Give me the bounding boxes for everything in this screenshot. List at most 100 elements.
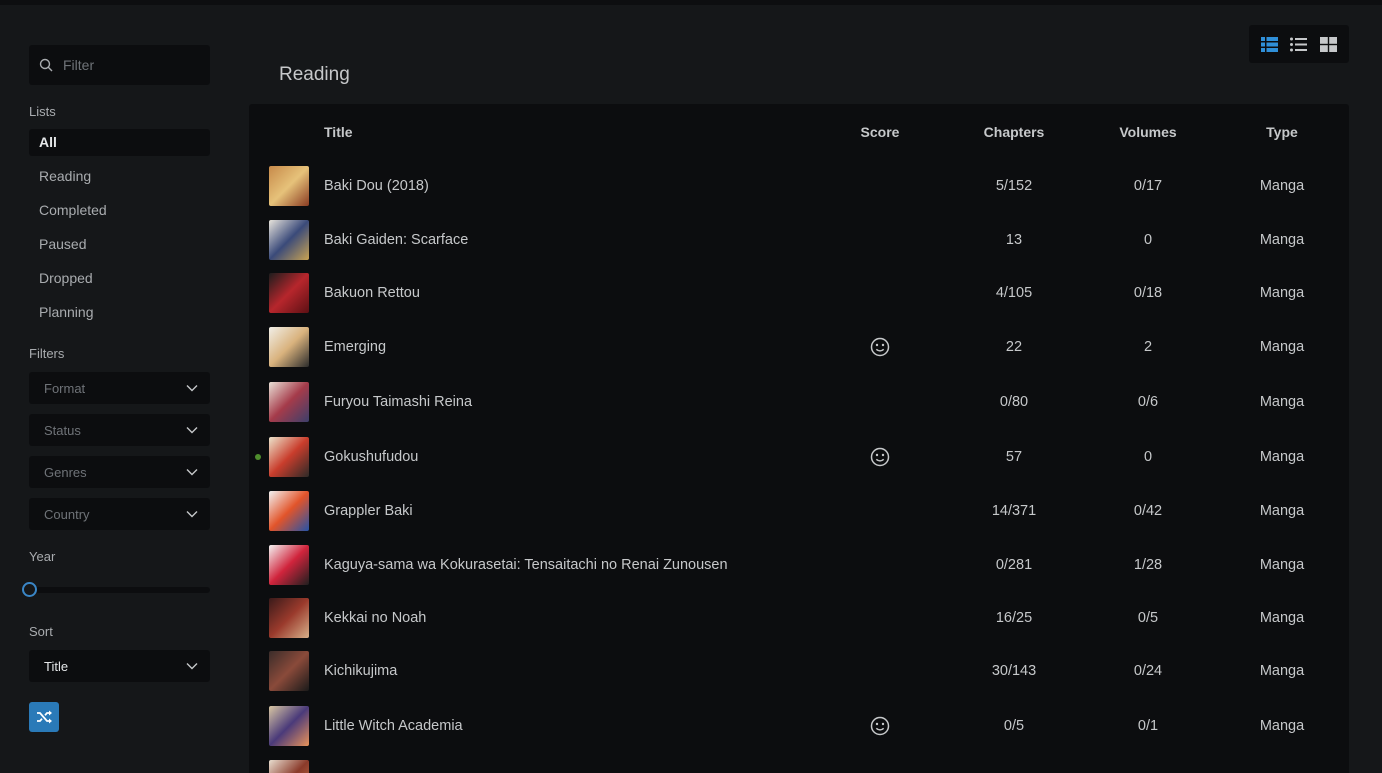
row-type: Manga: [1259, 232, 1305, 248]
list-item-planning[interactable]: Planning: [29, 299, 210, 326]
table-row[interactable]: Baki Gaiden: Scarface 13 0 Manga: [249, 213, 1349, 267]
cover-thumbnail[interactable]: [269, 706, 309, 746]
section-title: Reading: [279, 64, 350, 85]
filter-field[interactable]: [29, 45, 210, 85]
row-chapters: 13: [1005, 232, 1023, 248]
row-title[interactable]: Kaguya-sama wa Kokurasetai: Tensaitachi …: [324, 538, 728, 592]
row-type: Manga: [1259, 285, 1305, 301]
view-toggle-group: [1249, 25, 1349, 63]
table-row[interactable]: Baki Dou (2018) 5/152 0/17 Manga: [249, 159, 1349, 213]
row-chapters: 14/371: [991, 503, 1037, 519]
header-type[interactable]: Type: [1232, 124, 1332, 140]
row-volumes: 0/1: [1137, 718, 1159, 734]
row-title[interactable]: Kekkai no Noah: [324, 591, 426, 645]
list-item-dropped[interactable]: Dropped: [29, 265, 210, 292]
row-title[interactable]: Furyou Taimashi Reina: [324, 375, 472, 429]
row-type: Manga: [1259, 718, 1305, 734]
cover-thumbnail[interactable]: [269, 220, 309, 260]
row-title[interactable]: Gokushufudou: [324, 430, 418, 484]
row-type: Manga: [1259, 663, 1305, 679]
row-type: Manga: [1259, 503, 1305, 519]
cover-thumbnail[interactable]: [269, 760, 309, 773]
row-title[interactable]: Grappler Baki: [324, 484, 413, 538]
table-row[interactable]: [249, 753, 1349, 773]
chevron-down-icon: [186, 469, 198, 476]
cover-thumbnail[interactable]: [269, 437, 309, 477]
filter-input[interactable]: [63, 57, 203, 73]
chevron-down-icon: [186, 511, 198, 518]
table-row[interactable]: Kaguya-sama wa Kokurasetai: Tensaitachi …: [249, 538, 1349, 592]
row-volumes: 1/28: [1133, 557, 1163, 573]
table-row[interactable]: Kichikujima 30/143 0/24 Manga: [249, 644, 1349, 698]
row-chapters: 4/105: [995, 285, 1033, 301]
row-type: Manga: [1259, 557, 1305, 573]
table-row[interactable]: Emerging 22 2 Manga: [249, 320, 1349, 374]
cover-thumbnail[interactable]: [269, 382, 309, 422]
table-row[interactable]: Kekkai no Noah 16/25 0/5 Manga: [249, 591, 1349, 645]
country-select[interactable]: Country: [29, 498, 210, 530]
chevron-down-icon: [186, 663, 198, 670]
shuffle-button[interactable]: [29, 702, 59, 732]
genres-select[interactable]: Genres: [29, 456, 210, 488]
row-volumes: 0/42: [1133, 503, 1163, 519]
cover-thumbnail[interactable]: [269, 491, 309, 531]
row-title[interactable]: Baki Gaiden: Scarface: [324, 213, 468, 267]
row-title[interactable]: Kichikujima: [324, 644, 397, 698]
cover-thumbnail[interactable]: [269, 545, 309, 585]
list-item-paused[interactable]: Paused: [29, 231, 210, 258]
list-item-completed[interactable]: Completed: [29, 197, 210, 224]
table-row[interactable]: Gokushufudou 57 0 Manga: [249, 430, 1349, 484]
cover-thumbnail[interactable]: [269, 598, 309, 638]
header-volumes[interactable]: Volumes: [1098, 124, 1198, 140]
header-score[interactable]: Score: [840, 124, 920, 140]
table-row[interactable]: Bakuon Rettou 4/105 0/18 Manga: [249, 266, 1349, 320]
row-type: Manga: [1259, 610, 1305, 626]
sort-select[interactable]: Title: [29, 650, 210, 682]
row-title[interactable]: Baki Dou (2018): [324, 159, 429, 213]
cover-thumbnail[interactable]: [269, 166, 309, 206]
header-title[interactable]: Title: [324, 124, 353, 140]
grid-icon[interactable]: [1319, 36, 1337, 52]
row-volumes: [1098, 753, 1198, 773]
country-placeholder: Country: [44, 506, 90, 522]
row-chapters: [964, 753, 1064, 773]
row-title[interactable]: Bakuon Rettou: [324, 266, 420, 320]
row-volumes: 0: [1143, 449, 1153, 465]
header-chapters[interactable]: Chapters: [964, 124, 1064, 140]
status-select[interactable]: Status: [29, 414, 210, 446]
year-slider-handle[interactable]: [22, 582, 37, 597]
row-volumes: 2: [1143, 339, 1153, 355]
row-title[interactable]: Emerging: [324, 320, 386, 374]
row-type: Manga: [1259, 449, 1305, 465]
media-table: Title Score Chapters Volumes Type Baki D…: [249, 104, 1349, 773]
list-item-all[interactable]: All: [29, 129, 210, 156]
row-chapters: 0/281: [995, 557, 1033, 573]
row-title[interactable]: Little Witch Academia: [324, 699, 463, 753]
detailed-list-icon[interactable]: [1261, 36, 1279, 52]
cover-thumbnail[interactable]: [269, 651, 309, 691]
row-volumes: 0/17: [1133, 178, 1163, 194]
row-chapters: 30/143: [991, 663, 1037, 679]
cover-thumbnail[interactable]: [269, 273, 309, 313]
row-volumes: 0/6: [1137, 394, 1159, 410]
format-select[interactable]: Format: [29, 372, 210, 404]
table-row[interactable]: Little Witch Academia 0/5 0/1 Manga: [249, 699, 1349, 753]
row-volumes: 0/18: [1133, 285, 1163, 301]
sidebar: Lists All Reading Completed Paused Dropped Pl…: [22, 45, 210, 732]
neutral-face-score-icon: [870, 716, 890, 736]
table-row[interactable]: Furyou Taimashi Reina 0/80 0/6 Manga: [249, 375, 1349, 429]
neutral-face-score-icon: [870, 337, 890, 357]
search-icon: [39, 58, 53, 72]
neutral-face-score-icon: [870, 447, 890, 467]
row-type: Manga: [1259, 339, 1305, 355]
row-chapters: 0/80: [999, 394, 1029, 410]
year-slider-track[interactable]: [29, 587, 210, 593]
row-volumes: 0: [1143, 232, 1153, 248]
simple-list-icon[interactable]: [1290, 37, 1308, 52]
genres-placeholder: Genres: [44, 464, 87, 480]
table-row[interactable]: Grappler Baki 14/371 0/42 Manga: [249, 484, 1349, 538]
status-dot: [255, 454, 261, 460]
cover-thumbnail[interactable]: [269, 327, 309, 367]
list-item-reading[interactable]: Reading: [29, 163, 210, 190]
row-chapters: 5/152: [995, 178, 1033, 194]
